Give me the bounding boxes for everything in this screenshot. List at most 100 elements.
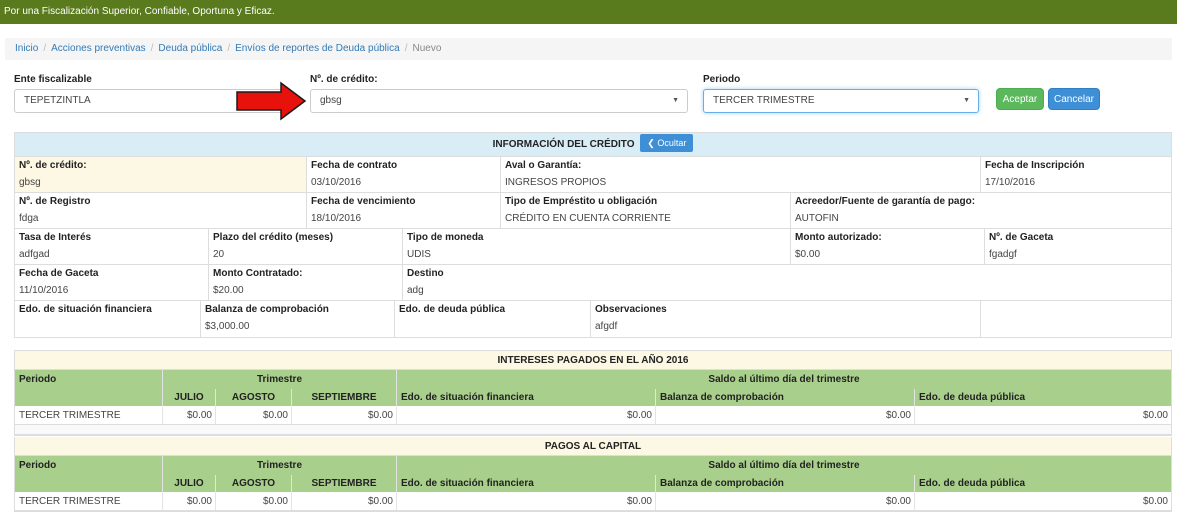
cell-edo-situacion: $0.00: [397, 406, 656, 424]
ente-label: Ente fiscalizable: [14, 74, 92, 85]
cell-septiembre: $0.00: [292, 406, 397, 424]
info-label: Nº. de crédito:: [19, 160, 87, 171]
table-subheader-row: JULIO AGOSTO SEPTIEMBRE Edo. de situació…: [15, 475, 1171, 492]
info-label: Plazo del crédito (meses): [213, 232, 334, 243]
cancel-button[interactable]: Cancelar: [1048, 88, 1100, 110]
info-cell: Edo. de deuda pública: [395, 301, 591, 337]
col-periodo-spacer: [15, 475, 163, 492]
cell-periodo: TERCER TRIMESTRE: [15, 492, 163, 510]
cell-agosto: $0.00: [216, 406, 292, 424]
capital-table-title: PAGOS AL CAPITAL: [15, 437, 1171, 456]
periodo-select[interactable]: TERCER TRIMESTRE ▼: [703, 89, 979, 113]
chevron-down-icon: ▼: [672, 97, 679, 104]
col-balanza: Balanza de comprobación: [656, 475, 915, 492]
breadcrumb-current: Nuevo: [412, 43, 442, 54]
info-value: adfgad: [19, 249, 50, 260]
info-value: fdga: [19, 213, 39, 224]
cell-agosto: $0.00: [216, 492, 292, 510]
col-septiembre: SEPTIEMBRE: [292, 475, 397, 492]
breadcrumb-acciones-preventivas[interactable]: Acciones preventivas: [51, 43, 146, 54]
slogan-text: Por una Fiscalización Superior, Confiabl…: [4, 6, 275, 17]
cell-edo-deuda: $0.00: [1142, 496, 1168, 507]
info-cell: Plazo del crédito (meses) 20: [209, 229, 403, 264]
info-row: Edo. de situación financiera Balanza de …: [15, 301, 1171, 337]
info-row: Tasa de Interés adfgad Plazo del crédito …: [15, 229, 1171, 265]
col-trimestre: Trimestre: [163, 370, 397, 389]
cell-septiembre: $0.00: [292, 492, 397, 510]
col-saldo: Saldo al último día del trimestre: [397, 456, 1171, 475]
info-value: adg: [407, 285, 424, 296]
info-cell: Monto Contratado: $20.00: [209, 265, 403, 300]
table-spacer: [15, 425, 1171, 435]
info-cell: Nº. de Gaceta fgadgf: [985, 229, 1171, 264]
credito-value: gbsg: [320, 95, 342, 106]
info-cell: Balanza de comprobación $3,000.00: [201, 301, 395, 337]
info-value: gbsg: [19, 177, 41, 188]
info-value: $20.00: [213, 285, 244, 296]
col-agosto: AGOSTO: [216, 389, 292, 406]
cell-periodo: TERCER TRIMESTRE: [15, 406, 163, 424]
info-label: Nº. de Gaceta: [989, 232, 1054, 243]
info-value: INGRESOS PROPIOS: [505, 177, 607, 188]
info-label: Edo. de deuda pública: [399, 304, 506, 315]
cell-edo-situacion: $0.00: [397, 492, 656, 510]
credit-info-header: INFORMACIÓN DEL CRÉDITO ❮︎ Ocultar: [15, 133, 1171, 157]
capital-payments-table: PAGOS AL CAPITAL Periodo Trimestre Saldo…: [14, 437, 1172, 512]
cell-julio: $0.00: [163, 406, 216, 424]
credito-label: Nº. de crédito:: [310, 74, 378, 85]
chevron-down-icon: ▼: [963, 97, 970, 104]
info-label: Edo. de situación financiera: [19, 304, 152, 315]
cell-balanza: $0.00: [656, 492, 915, 510]
info-row: Fecha de Gaceta 11/10/2016 Monto Contrata…: [15, 265, 1171, 301]
col-edo-situacion: Edo. de situación financiera: [397, 389, 656, 406]
info-label: Fecha de vencimiento: [311, 196, 416, 207]
info-label: [985, 304, 1167, 318]
breadcrumb-envios-reportes[interactable]: Envíos de reportes de Deuda pública: [235, 43, 400, 54]
periodo-value: TERCER TRIMESTRE: [713, 95, 815, 106]
info-cell: [981, 301, 1171, 337]
accept-button[interactable]: Aceptar: [996, 88, 1044, 110]
info-cell: Fecha de Gaceta 11/10/2016: [15, 265, 209, 300]
interest-table: INTERESES PAGADOS EN EL AÑO 2016 Periodo…: [14, 350, 1172, 436]
interest-table-title: INTERESES PAGADOS EN EL AÑO 2016: [15, 351, 1171, 370]
info-cell: Nº. de Registro fdga: [15, 193, 307, 228]
col-edo-deuda: Edo. de deuda pública: [915, 475, 1171, 492]
info-label: Monto Contratado:: [213, 268, 303, 279]
table-row: TERCER TRIMESTRE $0.00 $0.00 $0.00 $0.00…: [15, 492, 1171, 511]
info-row: Nº. de Registro fdga Fecha de vencimiento…: [15, 193, 1171, 229]
info-value: 03/10/2016: [311, 177, 362, 188]
info-value: afgdf: [595, 321, 618, 332]
breadcrumb-separator: /: [43, 43, 47, 54]
col-julio: JULIO: [163, 389, 216, 406]
breadcrumb: Inicio / Acciones preventivas / Deuda públic…: [5, 38, 1172, 60]
info-value: fgadgf: [989, 249, 1017, 260]
col-balanza: Balanza de comprobación: [656, 389, 915, 406]
breadcrumb-inicio[interactable]: Inicio: [15, 43, 38, 54]
breadcrumb-separator: /: [150, 43, 154, 54]
cell-balanza: $0.00: [656, 406, 915, 424]
ente-value: TEPETZINTLA: [24, 95, 91, 106]
hide-info-label: Ocultar: [657, 138, 687, 149]
info-label: Fecha de contrato: [311, 160, 398, 171]
col-septiembre: SEPTIEMBRE: [292, 389, 397, 406]
col-periodo-spacer: [15, 389, 163, 406]
info-value: $3,000.00: [205, 321, 250, 332]
col-periodo: Periodo: [15, 456, 163, 475]
cell-edo-deuda: $0.00: [1142, 410, 1168, 421]
info-value: 18/10/2016: [311, 213, 362, 224]
info-value: 11/10/2016: [19, 285, 69, 296]
info-label: Tipo de Empréstito u obligación: [505, 196, 658, 207]
credito-select[interactable]: gbsg ▼: [310, 89, 688, 113]
info-value: AUTOFIN: [795, 213, 839, 224]
breadcrumb-deuda-publica[interactable]: Deuda pública: [158, 43, 222, 54]
info-label: Tasa de Interés: [19, 232, 92, 243]
hide-info-button[interactable]: ❮︎ Ocultar: [640, 134, 694, 153]
info-cell: Destino adg: [403, 265, 1171, 300]
info-label: Nº. de Registro: [19, 196, 91, 207]
info-value: UDIS: [407, 249, 431, 260]
col-agosto: AGOSTO: [216, 475, 292, 492]
info-cell: Tipo de Empréstito u obligación CRÉDITO E…: [501, 193, 791, 228]
info-row: Nº. de crédito: gbsg Fecha de contrato 03/…: [15, 157, 1171, 193]
info-cell: Tasa de Interés adfgad: [15, 229, 209, 264]
info-label: Monto autorizado:: [795, 232, 882, 243]
